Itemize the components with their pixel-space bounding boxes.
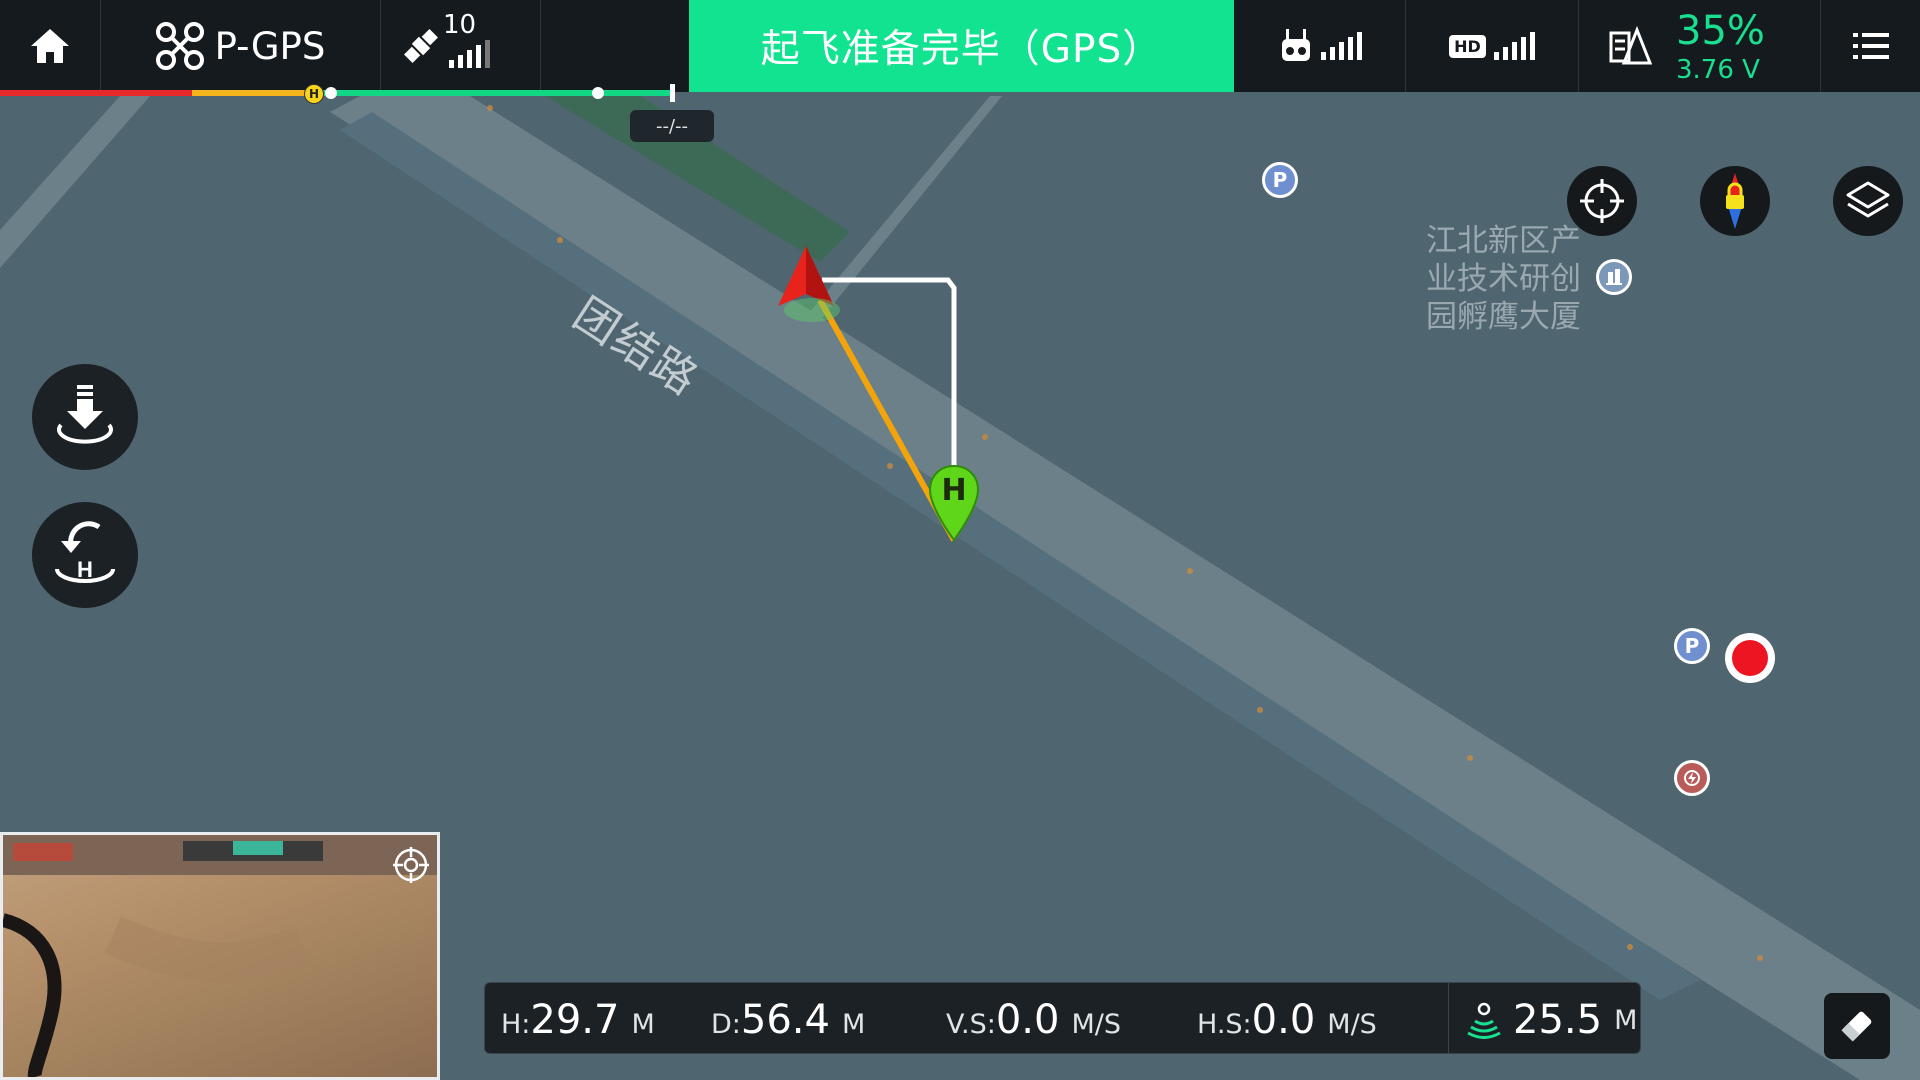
crosshair-icon [393, 847, 429, 883]
timeline-ok-segment [312, 90, 674, 96]
parking-icon[interactable]: P [1674, 628, 1710, 664]
distance-readout: D: 56.4 M [711, 997, 865, 1043]
vps-readout: 25.5 M [1467, 997, 1637, 1043]
distance-value: 56.4 [740, 997, 830, 1043]
clear-flight-path-button[interactable] [1824, 993, 1890, 1059]
return-to-home-button[interactable]: H [32, 502, 138, 608]
record-button[interactable] [1725, 633, 1775, 683]
poi-label-line-2: 业技术研创 [1426, 261, 1581, 297]
height-value: 29.7 [530, 997, 620, 1043]
telemetry-panel: H: 29.7 M D: 56.4 M V.S: 0.0 M/S H.S: 0.… [484, 982, 1641, 1054]
timeline-dot [592, 87, 604, 99]
home-point-pin[interactable]: H [928, 464, 980, 542]
battery-percent: 35% [1676, 8, 1765, 54]
camera-preview[interactable] [0, 832, 440, 1080]
signal-bars-icon [1493, 32, 1535, 60]
flight-mode-label: P-GPS [214, 24, 326, 68]
remote-controller-icon [1281, 29, 1310, 61]
vps-unit: M [1614, 1004, 1638, 1036]
compass-icon [1726, 173, 1744, 229]
vps-icon [1467, 1002, 1501, 1039]
compass-lock-button[interactable] [1700, 166, 1770, 236]
signal-bars-icon [1320, 32, 1362, 60]
eraser-icon [1841, 1011, 1872, 1042]
menu-button[interactable] [1821, 0, 1920, 92]
vs-key: V.S: [946, 1009, 996, 1040]
takeoff-icon [57, 385, 113, 444]
timeline-dot [325, 87, 337, 99]
time-remaining-label: --/-- [630, 110, 714, 142]
signal-bars-icon [449, 40, 490, 68]
rc-signal[interactable] [1235, 0, 1405, 92]
distance-key: D: [711, 1009, 741, 1040]
building-icon[interactable] [1596, 259, 1632, 295]
camera-feed-image [3, 835, 437, 1077]
vertical-speed-readout: V.S: 0.0 M/S [946, 997, 1121, 1043]
aircraft-marker [778, 246, 840, 322]
return-home-icon: H [55, 521, 115, 583]
timeline-low-segment [192, 90, 312, 96]
record-icon [1732, 640, 1768, 676]
svg-text:H: H [77, 557, 93, 582]
locate-icon [1580, 179, 1624, 223]
poi-label-line-1: 江北新区产 [1426, 223, 1581, 259]
hd-video-icon: HD [1449, 34, 1486, 58]
video-signal[interactable]: HD [1406, 0, 1578, 92]
timeline-home-marker: H [304, 84, 324, 104]
height-key: H: [501, 1009, 531, 1040]
locate-button[interactable] [1567, 166, 1637, 236]
vs-value: 0.0 [995, 997, 1060, 1043]
auto-takeoff-button[interactable] [32, 364, 138, 470]
height-unit: M [631, 1009, 655, 1040]
poi-label-line-3: 园孵鹰大厦 [1426, 299, 1581, 335]
layers-icon [1846, 181, 1890, 218]
satellite-icon [404, 29, 438, 63]
menu-icon [1852, 33, 1889, 59]
charging-icon[interactable] [1674, 760, 1710, 796]
horizontal-speed-readout: H.S: 0.0 M/S [1197, 997, 1377, 1043]
home-icon [31, 29, 69, 63]
flight-mode-indicator[interactable]: P-GPS [101, 0, 379, 92]
battery-icon [1609, 25, 1652, 65]
camera-switch-button[interactable] [391, 845, 431, 889]
hs-value: 0.0 [1251, 997, 1316, 1043]
distance-unit: M [841, 1009, 866, 1040]
parking-icon[interactable]: P [1262, 162, 1298, 198]
timeline-critical-segment [0, 90, 192, 96]
map-layers-button[interactable] [1833, 166, 1903, 236]
battery-voltage: 3.76 V [1676, 55, 1760, 85]
satellite-count: 10 [443, 10, 477, 40]
top-status-bar: P-GPS 10 起飞准备完毕（GPS） HD 35% 3.76 V [0, 0, 1920, 92]
battery-button[interactable] [1600, 0, 1660, 92]
hs-unit: M/S [1327, 1009, 1377, 1040]
home-pin-label: H [941, 473, 967, 508]
poi-label: 江北新区产 业技术研创 园孵鹰大厦 [1426, 222, 1581, 336]
vps-value: 25.5 [1513, 997, 1603, 1043]
flight-status-banner[interactable]: 起飞准备完毕（GPS） [689, 0, 1234, 92]
vs-unit: M/S [1071, 1009, 1121, 1040]
hs-key: H.S: [1197, 1009, 1252, 1040]
home-button[interactable] [0, 0, 100, 92]
height-readout: H: 29.7 M [501, 997, 655, 1043]
drone-icon [155, 22, 204, 70]
timeline-cursor [670, 84, 675, 102]
left-road [0, 96, 150, 268]
